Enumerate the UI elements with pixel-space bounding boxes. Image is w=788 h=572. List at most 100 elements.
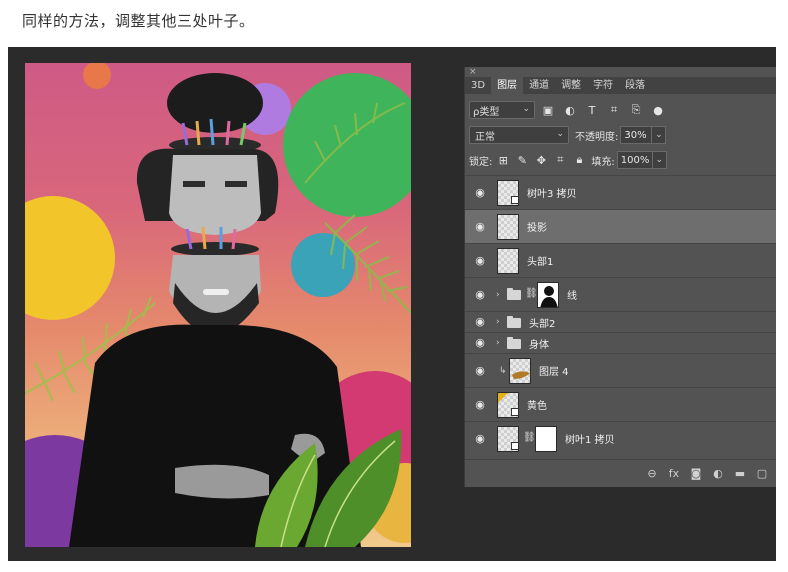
photoshop-screenshot: × 3D 图层 通道 调整 字符 段落 ρ类型 ⌄ ▣ ◐ T ⌗ ⎘ ● 正常…	[8, 47, 776, 561]
layers-panel: × 3D 图层 通道 调整 字符 段落 ρ类型 ⌄ ▣ ◐ T ⌗ ⎘ ● 正常…	[464, 67, 776, 487]
eye-icon[interactable]: ◉	[473, 187, 487, 198]
eye-icon[interactable]: ◉	[473, 221, 487, 232]
layer-row[interactable]: ◉ ⛓ 树叶1 拷贝	[465, 421, 776, 455]
mask-silhouette	[540, 286, 558, 307]
panel-close-button[interactable]: ×	[469, 67, 477, 77]
yellow-ball	[25, 196, 115, 320]
layer-mask-thumbnail	[537, 282, 559, 308]
blend-mode-select[interactable]: 正常 ⌄	[469, 126, 569, 144]
layer-name: 线	[567, 291, 577, 302]
blend-mode-value: 正常	[475, 131, 495, 143]
layer-thumbnail	[509, 358, 531, 384]
chevron-down-icon: ⌄	[522, 104, 530, 114]
new-layer-icon[interactable]: ▢	[754, 466, 770, 482]
eye-icon[interactable]: ◉	[473, 289, 487, 300]
eye-icon[interactable]: ◉	[473, 316, 487, 327]
expand-arrow-icon[interactable]: ›	[496, 290, 500, 300]
layer-row[interactable]: ◉ 树叶3 拷贝	[465, 175, 776, 209]
eye-icon[interactable]: ◉	[473, 433, 487, 444]
caption-text: 同样的方法，调整其他三处叶子。	[22, 12, 255, 30]
orange-ball	[83, 63, 111, 89]
fill-dropdown-icon[interactable]: ⌄	[652, 151, 667, 169]
expand-arrow-icon[interactable]: ›	[496, 317, 500, 327]
lock-label: 锁定:	[469, 156, 493, 168]
fill-input[interactable]: 100%	[616, 151, 653, 169]
lock-row: 锁定: ⊞ ✎ ✥ ⌗ 🔒︎ 填充: 100% ⌄	[469, 149, 667, 171]
green-ball	[283, 73, 411, 217]
folder-icon	[507, 288, 521, 300]
type-filter-icon[interactable]: T	[583, 101, 601, 119]
fill-label: 填充:	[591, 156, 615, 168]
layer-name: 头部1	[527, 257, 554, 268]
layer-group-row[interactable]: ◉ › 头部2	[465, 311, 776, 332]
layer-group-row[interactable]: ◉ › ⛓ 线	[465, 277, 776, 311]
lock-position-icon[interactable]: ✥	[533, 152, 549, 168]
tab-channels[interactable]: 通道	[523, 77, 555, 94]
blend-row: 正常 ⌄ 不透明度: 30% ⌄	[469, 124, 667, 146]
eye-icon[interactable]: ◉	[473, 399, 487, 410]
eye-icon[interactable]: ◉	[473, 255, 487, 266]
left-hand	[175, 464, 269, 499]
panel-bottom-toolbar: ⊖ fx ◙ ◐ ▬ ▢	[465, 459, 776, 487]
tab-adjustments[interactable]: 调整	[555, 77, 587, 94]
lock-all-icon[interactable]: 🔒︎	[571, 152, 587, 168]
tab-3d[interactable]: 3D	[465, 77, 491, 94]
clipping-mask-icon: ↳	[499, 365, 507, 376]
filter-row: ρ类型 ⌄ ▣ ◐ T ⌗ ⎘ ●	[469, 99, 667, 121]
eye-icon[interactable]: ◉	[473, 337, 487, 348]
layer-filter-value: ρ类型	[473, 106, 500, 118]
artwork-canvas	[25, 63, 411, 547]
layer-group-row[interactable]: ◉ › 身体	[465, 332, 776, 353]
layer-name: 身体	[529, 339, 549, 351]
lock-pixels-icon[interactable]: ✎	[514, 152, 530, 168]
folder-icon	[507, 337, 521, 349]
expand-arrow-icon[interactable]: ›	[496, 338, 500, 348]
smart-object-icon	[511, 442, 519, 450]
link-icon: ⛓	[523, 432, 536, 443]
folder-icon	[507, 316, 521, 328]
layer-thumbnail	[497, 214, 519, 240]
tab-layers[interactable]: 图层	[491, 77, 524, 94]
face-upper	[169, 155, 261, 235]
layer-mask-thumbnail	[535, 426, 557, 452]
image-filter-icon[interactable]: ▣	[539, 101, 557, 119]
layer-filter-select[interactable]: ρ类型 ⌄	[469, 101, 535, 119]
brush-stroke-thumb	[512, 371, 530, 379]
lock-artboard-icon[interactable]: ⌗	[552, 152, 568, 168]
opacity-input[interactable]: 30%	[620, 126, 653, 144]
tab-paragraph[interactable]: 段落	[619, 77, 651, 94]
chevron-down-icon: ⌄	[556, 129, 564, 139]
layer-name: 黄色	[527, 401, 547, 412]
opacity-label: 不透明度:	[575, 131, 619, 143]
adjustment-filter-icon[interactable]: ◐	[561, 101, 579, 119]
layer-row-selected[interactable]: ◉ 投影	[465, 209, 776, 243]
artwork-illustration	[25, 63, 411, 547]
link-layers-icon[interactable]: ⊖	[644, 466, 660, 482]
layer-name: 投影	[527, 223, 547, 234]
add-mask-icon[interactable]: ◙	[688, 466, 704, 482]
panel-tabbar: 3D 图层 通道 调整 字符 段落	[465, 77, 776, 94]
filter-toggle-icon[interactable]: ●	[649, 101, 667, 119]
layer-thumbnail	[497, 248, 519, 274]
layer-name: 树叶3 拷贝	[527, 189, 577, 200]
head-cut-bottom	[171, 242, 259, 256]
layers-list: ◉ 树叶3 拷贝 ◉ 投影 ◉ 头部1 ◉ › ⛓ 线 ◉ › 头部2 ◉ › …	[465, 175, 776, 455]
opacity-dropdown-icon[interactable]: ⌄	[652, 126, 667, 144]
shape-filter-icon[interactable]: ⌗	[605, 101, 623, 119]
right-eye	[225, 181, 247, 187]
layer-name: 头部2	[529, 318, 556, 330]
eye-icon[interactable]: ◉	[473, 365, 487, 376]
layer-row[interactable]: ◉ 黄色	[465, 387, 776, 421]
fx-icon[interactable]: fx	[666, 466, 682, 482]
smart-object-filter-icon[interactable]: ⎘	[627, 101, 645, 119]
hair-top	[167, 73, 263, 133]
layer-row[interactable]: ◉ ↳ 图层 4	[465, 353, 776, 387]
layer-name: 树叶1 拷贝	[565, 435, 615, 446]
layer-row[interactable]: ◉ 头部1	[465, 243, 776, 277]
smart-object-icon	[511, 408, 519, 416]
lock-transparent-icon[interactable]: ⊞	[495, 152, 511, 168]
new-group-icon[interactable]: ▬	[732, 466, 748, 482]
adjustment-layer-icon[interactable]: ◐	[710, 466, 726, 482]
tab-character[interactable]: 字符	[587, 77, 619, 94]
layer-name: 图层 4	[539, 367, 569, 378]
